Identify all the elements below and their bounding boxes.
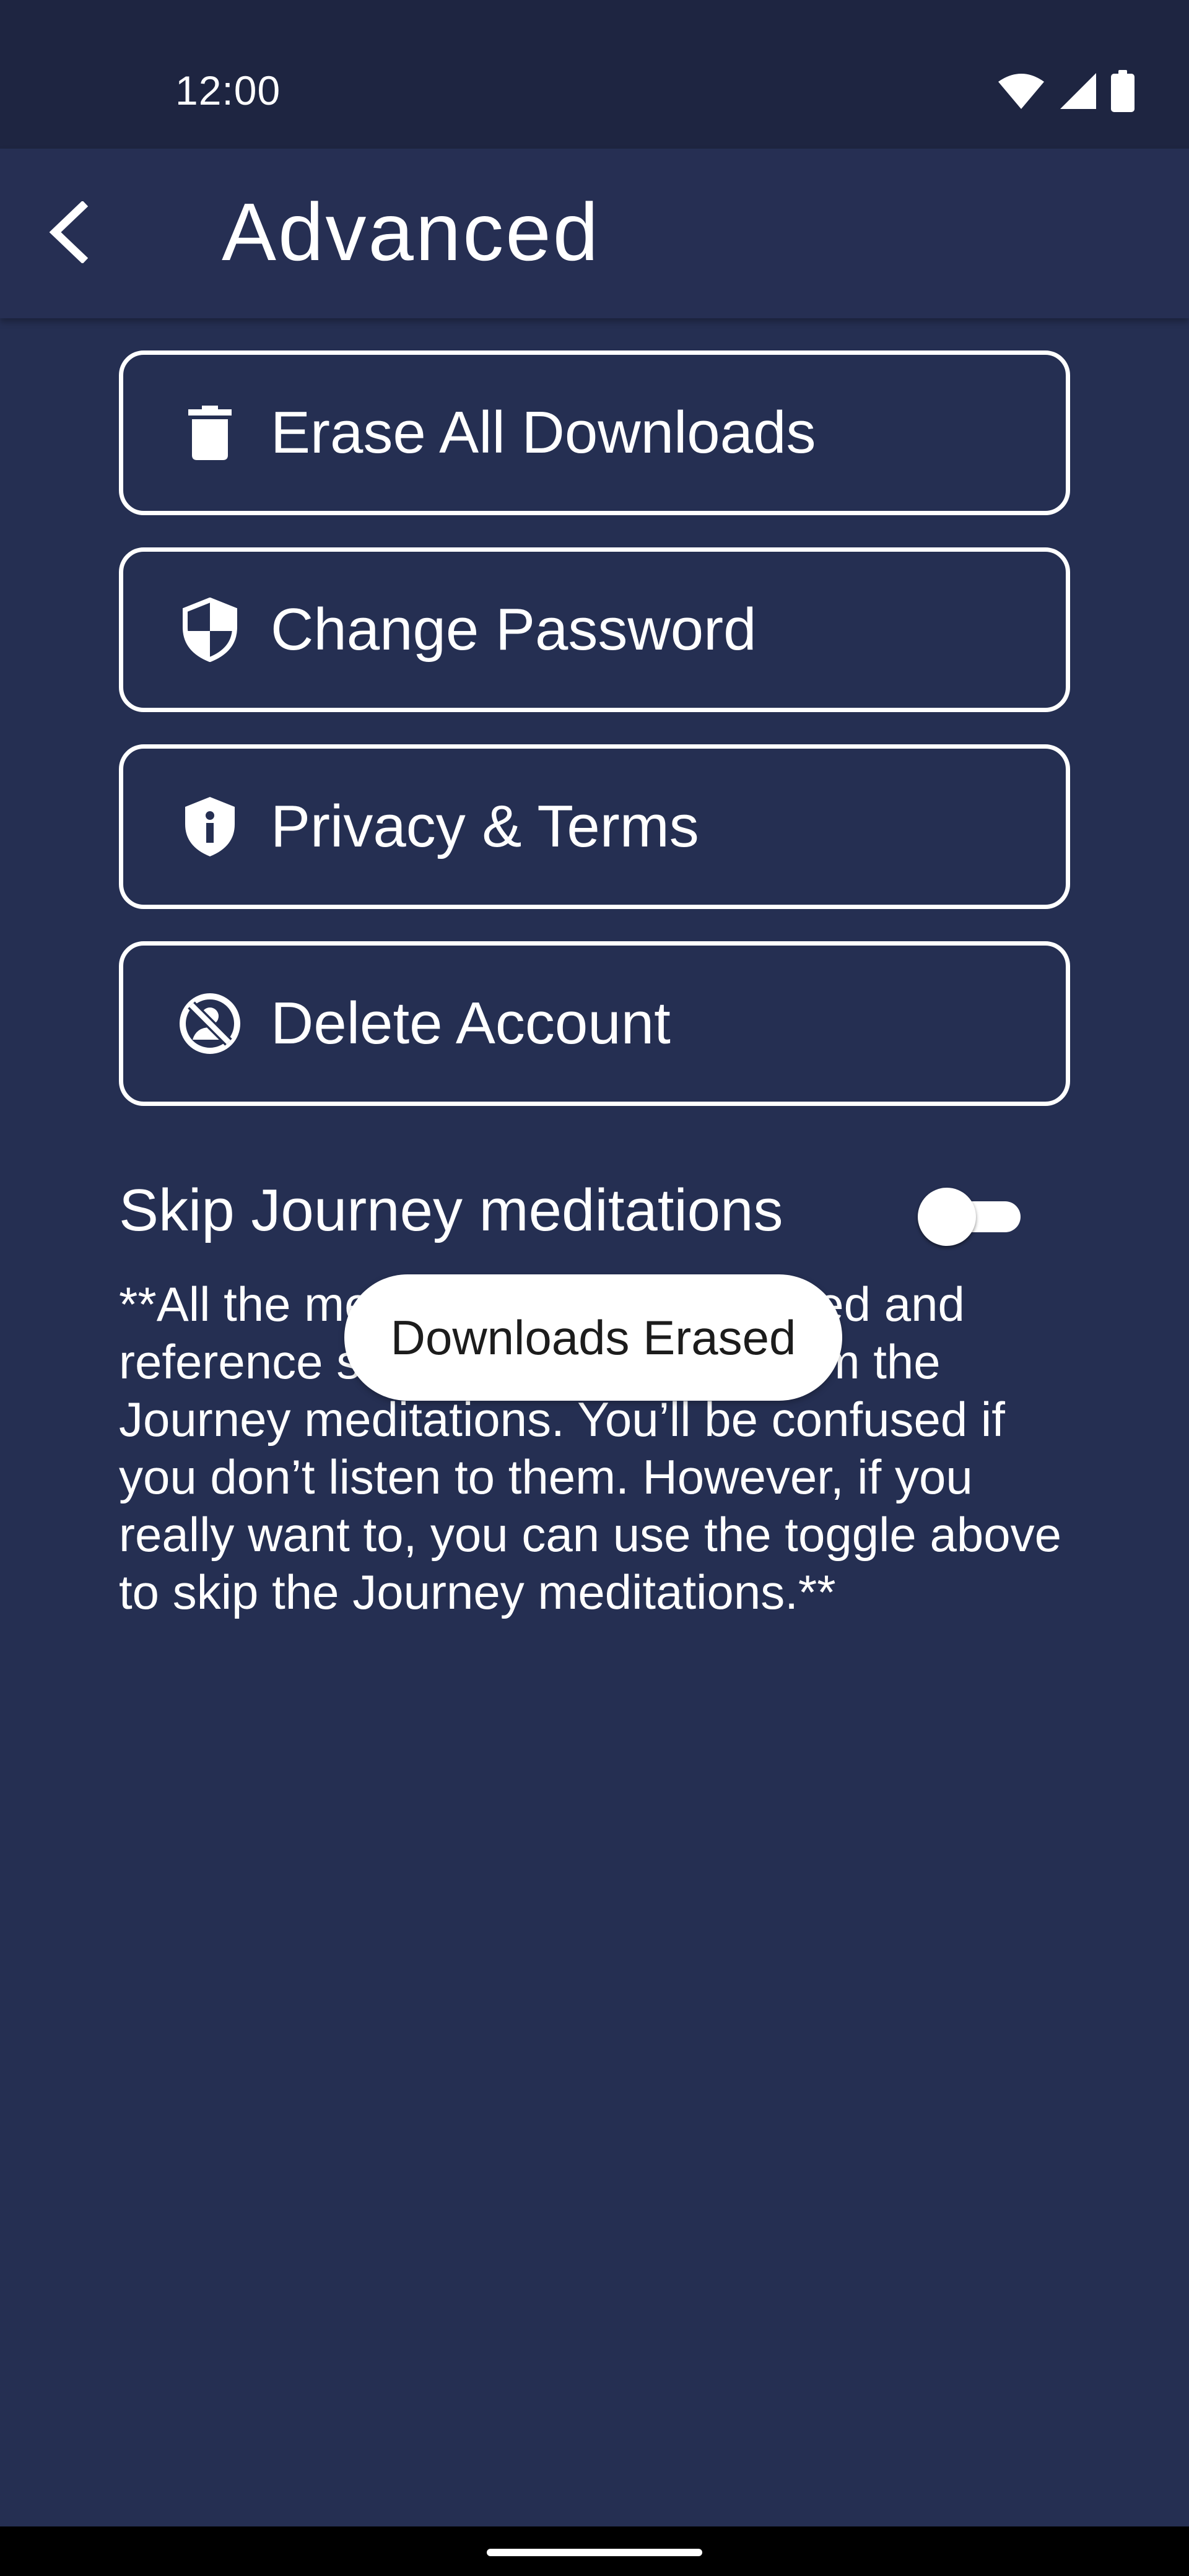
home-indicator[interactable] <box>487 2549 702 2556</box>
skip-journey-label: Skip Journey meditations <box>119 1177 783 1243</box>
navigation-bar <box>0 2526 1189 2576</box>
advanced-screen: 12:00 Advanced Erase All Downloads Chang… <box>0 0 1189 2576</box>
signal-icon <box>1059 72 1097 110</box>
erase-all-downloads-button[interactable]: Erase All Downloads <box>119 350 1070 515</box>
status-icons <box>997 69 1135 113</box>
delete-account-label: Delete Account <box>271 990 671 1056</box>
chevron-left-icon <box>46 200 90 266</box>
status-time: 12:00 <box>175 67 281 113</box>
account-off-icon <box>179 993 241 1055</box>
back-button[interactable] <box>30 195 107 272</box>
trash-icon <box>179 402 241 464</box>
erase-all-downloads-label: Erase All Downloads <box>271 399 816 466</box>
skip-journey-toggle[interactable] <box>918 1188 1027 1246</box>
toast-message: Downloads Erased <box>390 1310 796 1365</box>
toggle-thumb <box>918 1188 976 1246</box>
skip-journey-row: Skip Journey meditations <box>119 1169 1070 1250</box>
shield-icon <box>179 598 241 662</box>
change-password-label: Change Password <box>271 596 757 663</box>
change-password-button[interactable]: Change Password <box>119 547 1070 712</box>
page-title: Advanced <box>222 186 601 277</box>
toast: Downloads Erased <box>344 1274 842 1401</box>
battery-icon <box>1111 70 1135 112</box>
app-bar: Advanced <box>0 149 1189 318</box>
wifi-icon <box>997 72 1045 110</box>
privacy-terms-button[interactable]: Privacy & Terms <box>119 744 1070 909</box>
status-bar: 12:00 <box>0 0 1189 149</box>
info-shield-icon <box>179 796 241 858</box>
delete-account-button[interactable]: Delete Account <box>119 941 1070 1106</box>
privacy-terms-label: Privacy & Terms <box>271 793 699 859</box>
